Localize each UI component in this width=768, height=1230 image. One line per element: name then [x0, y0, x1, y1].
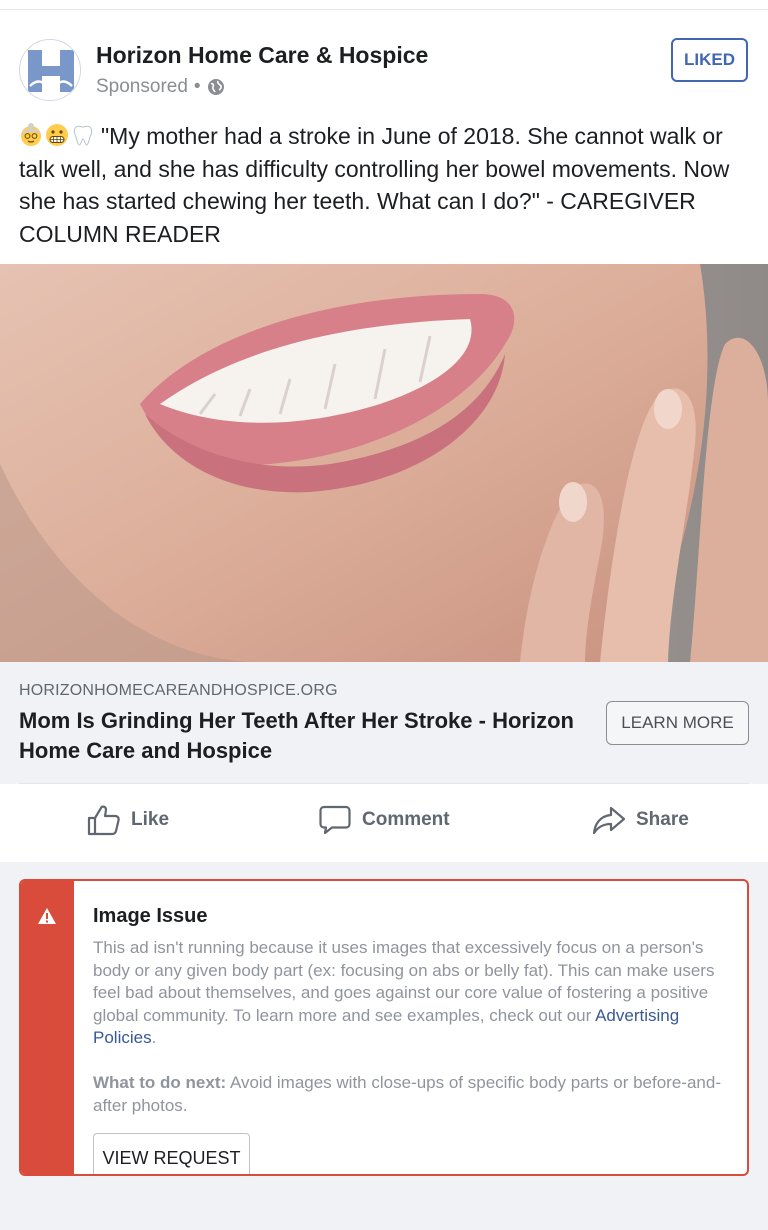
- thumbs-up-icon: [87, 805, 120, 836]
- link-domain: HORIZONHOMECAREANDHOSPICE.ORG: [19, 682, 338, 699]
- ad-image[interactable]: [0, 264, 768, 662]
- grimacing-face-emoji-icon: [46, 124, 68, 146]
- link-title[interactable]: Mom Is Grinding Her Teeth After Her Stro…: [19, 706, 579, 766]
- post-header: Horizon Home Care & Hospice Sponsored • …: [0, 10, 768, 114]
- page-avatar[interactable]: [19, 39, 81, 101]
- next-steps-label: What to do next:: [93, 1073, 227, 1092]
- comment-label: Comment: [362, 809, 450, 830]
- issue-next-steps: What to do next: Avoid images with close…: [93, 1072, 733, 1117]
- globe-icon: [207, 79, 224, 95]
- emoji-group: [19, 123, 95, 147]
- view-request-button[interactable]: VIEW REQUEST: [93, 1133, 250, 1174]
- horizon-logo-icon: [20, 40, 80, 100]
- like-label: Like: [131, 809, 170, 830]
- issue-strip: [21, 881, 74, 1174]
- comment-button[interactable]: Comment: [318, 804, 450, 836]
- sponsored-label[interactable]: Sponsored: [96, 76, 188, 98]
- page-name[interactable]: Horizon Home Care & Hospice: [96, 42, 428, 69]
- meta-separator: •: [193, 76, 201, 97]
- link-preview[interactable]: HORIZONHOMECAREANDHOSPICE.ORG Mom Is Gri…: [0, 662, 768, 784]
- like-button[interactable]: Like: [87, 804, 169, 836]
- liked-button[interactable]: LIKED: [671, 38, 748, 82]
- issue-body-end: .: [151, 1028, 157, 1047]
- issue-description: This ad isn't running because it uses im…: [93, 937, 733, 1050]
- tooth-emoji-icon: [73, 125, 93, 146]
- image-issue-card: Image Issue This ad isn't running becaus…: [19, 879, 749, 1176]
- comment-icon: [319, 805, 351, 835]
- post-meta: Sponsored •: [96, 76, 225, 98]
- woman-smile-photo-icon: [0, 264, 768, 662]
- share-label: Share: [636, 809, 689, 830]
- post-actions: Like Comment Share: [0, 784, 768, 862]
- learn-more-button[interactable]: LEARN MORE: [606, 701, 749, 745]
- older-woman-emoji-icon: [21, 123, 41, 146]
- post-body-text: "My mother had a stroke in June of 2018.…: [19, 123, 730, 247]
- share-button[interactable]: Share: [592, 804, 689, 836]
- issue-title: Image Issue: [93, 905, 208, 927]
- warning-icon: [38, 908, 56, 924]
- post-text: "My mother had a stroke in June of 2018.…: [19, 120, 753, 250]
- share-arrow-icon: [592, 806, 626, 835]
